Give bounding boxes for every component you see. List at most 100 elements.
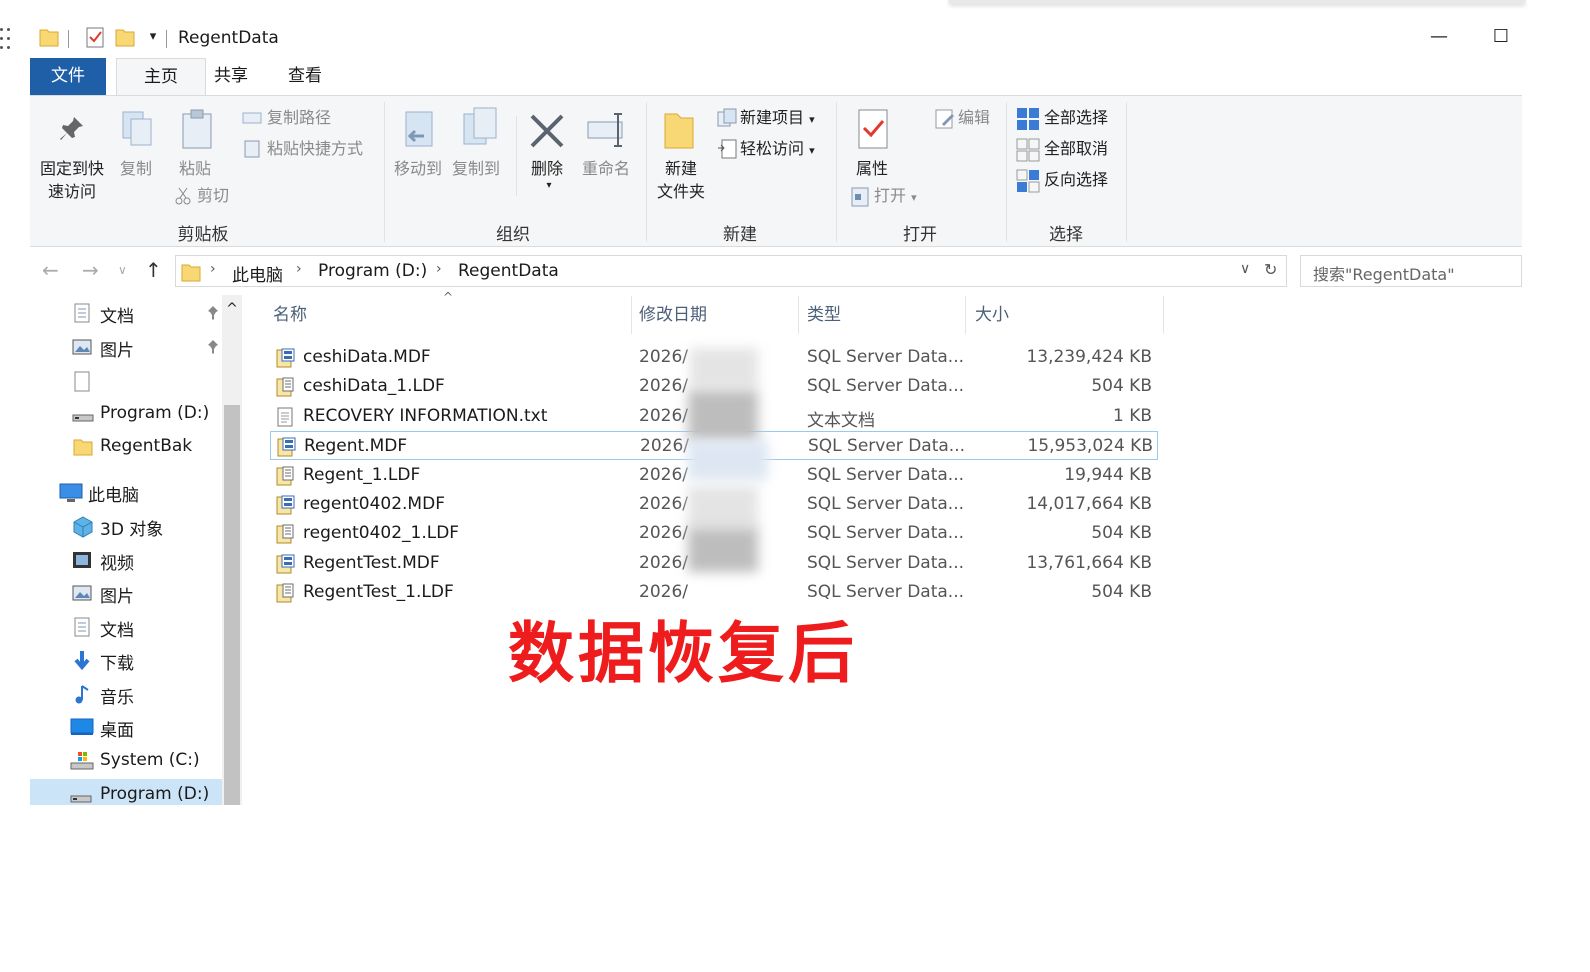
file-type: SQL Server Data...: [808, 436, 966, 456]
file-name: regent0402.MDF: [303, 494, 445, 514]
column-header-type[interactable]: 类型: [799, 296, 965, 334]
tab-view[interactable]: 查看: [270, 58, 340, 95]
nav-item-program-d-selected[interactable]: Program (D:): [30, 779, 225, 805]
copy-to-icon: [463, 107, 497, 145]
nav-item-this-pc[interactable]: 此电脑: [30, 476, 225, 508]
nav-item-desktop[interactable]: 桌面: [30, 711, 225, 743]
delete-dropdown-icon[interactable]: ▾: [538, 174, 560, 197]
download-icon: [74, 651, 90, 671]
breadcrumb-regentdata[interactable]: RegentData: [458, 261, 559, 281]
nav-item-documents-pinned[interactable]: 文档: [30, 297, 225, 329]
tab-file[interactable]: 文件: [30, 58, 106, 95]
blank-file-icon: [74, 371, 90, 392]
move-to-button[interactable]: 移动到: [390, 157, 446, 180]
nav-item-program-d[interactable]: Program (D:): [30, 398, 225, 430]
select-all-icon: [1017, 108, 1039, 130]
video-icon: [73, 552, 91, 568]
scroll-up-icon[interactable]: ^: [222, 295, 242, 323]
address-row: ← → ∨ ↑ › 此电脑 › Program (D:) › RegentDat…: [30, 252, 1522, 288]
address-bar[interactable]: › 此电脑 › Program (D:) › RegentData ∨ ↻: [175, 255, 1287, 287]
system-drive-icon: [70, 752, 94, 770]
column-divider[interactable]: [965, 296, 966, 334]
up-arrow-icon[interactable]: ↑: [145, 258, 162, 282]
copy-to-button[interactable]: 复制到: [448, 157, 504, 180]
folder-icon: [181, 264, 201, 282]
copy-icon: [122, 111, 152, 146]
new-folder-button[interactable]: 新建 文件夹: [650, 157, 712, 203]
sql-log-file-icon: [276, 524, 294, 544]
new-folder-icon[interactable]: [114, 26, 136, 48]
drive-icon: [72, 414, 94, 422]
column-divider[interactable]: [1163, 296, 1164, 334]
nav-item-label: System (C:): [100, 750, 200, 770]
file-size: 13,239,424 KB: [1026, 347, 1152, 367]
nav-item-documents[interactable]: 文档: [30, 611, 225, 643]
pin-icon: [208, 306, 218, 320]
file-name: regent0402_1.LDF: [303, 523, 460, 543]
select-none-button[interactable]: 全部取消: [1044, 138, 1108, 160]
back-arrow-icon[interactable]: ←: [42, 258, 59, 282]
folder-icon: [73, 439, 93, 456]
chevron-right-icon[interactable]: ›: [436, 261, 442, 277]
tab-share[interactable]: 共享: [196, 58, 266, 95]
refresh-icon[interactable]: ↻: [1264, 260, 1277, 279]
paste-button[interactable]: 粘贴: [172, 157, 218, 180]
file-date: 2026/: [639, 523, 688, 543]
search-input[interactable]: 搜索"RegentData": [1300, 255, 1522, 287]
folder-icon[interactable]: [38, 26, 60, 48]
new-item-button[interactable]: 新建项目 ▾: [740, 107, 815, 131]
properties-button[interactable]: 属性: [848, 157, 896, 180]
sql-log-file-icon: [276, 377, 294, 397]
nav-item-pictures-pinned[interactable]: 图片: [30, 331, 225, 363]
cut-button[interactable]: 剪切: [197, 185, 229, 207]
new-item-icon: [717, 108, 737, 127]
properties-check-icon[interactable]: [84, 26, 106, 48]
navigation-pane: 文档 图片 Program (D:) RegentBak 此电脑 3D 对象 视…: [30, 295, 245, 805]
open-button[interactable]: 打开 ▾: [874, 185, 917, 209]
easy-access-label: 轻松访问: [740, 139, 805, 158]
rename-button[interactable]: 重命名: [576, 157, 636, 180]
nav-pane-scrollbar[interactable]: ^: [222, 295, 242, 805]
column-header-date[interactable]: 修改日期: [631, 296, 798, 334]
nav-item-blank-file[interactable]: [30, 365, 225, 397]
new-folder-label-line1: 新建: [664, 159, 697, 178]
file-type: SQL Server Data...: [807, 376, 965, 396]
copy-path-button[interactable]: 复制路径: [267, 107, 331, 129]
customize-quick-access-icon[interactable]: ▾: [138, 24, 168, 50]
edit-button[interactable]: 编辑: [958, 107, 990, 129]
address-dropdown-icon[interactable]: ∨: [1240, 261, 1250, 277]
column-header-size[interactable]: 大小: [967, 296, 1163, 334]
chevron-right-icon[interactable]: ›: [296, 261, 302, 277]
nav-item-regentbak[interactable]: RegentBak: [30, 431, 225, 463]
forward-arrow-icon[interactable]: →: [82, 258, 99, 282]
file-list-headers: 名称 修改日期 类型 大小: [265, 296, 1165, 334]
window-title: RegentData: [178, 28, 279, 48]
group-label-clipboard: 剪贴板: [177, 225, 229, 245]
file-name: RECOVERY INFORMATION.txt: [303, 406, 548, 426]
minimize-button[interactable]: —: [1424, 24, 1454, 50]
redaction-blur: [688, 390, 758, 442]
nav-item-system-c[interactable]: System (C:): [30, 745, 225, 777]
select-all-button[interactable]: 全部选择: [1044, 107, 1108, 129]
maximize-button[interactable]: ☐: [1486, 24, 1516, 50]
pin-to-quick-access-button[interactable]: 固定到快 速访问: [34, 157, 110, 203]
nav-item-downloads[interactable]: 下载: [30, 644, 225, 676]
easy-access-button[interactable]: 轻松访问 ▾: [740, 138, 815, 162]
chevron-right-icon[interactable]: ›: [210, 261, 216, 277]
nav-item-pictures[interactable]: 图片: [30, 577, 225, 609]
recent-locations-icon[interactable]: ∨: [118, 263, 127, 277]
separator: [1126, 102, 1127, 242]
copy-button[interactable]: 复制: [114, 157, 158, 180]
tab-home[interactable]: 主页: [116, 58, 206, 95]
nav-item-3d-objects[interactable]: 3D 对象: [30, 510, 225, 542]
nav-item-music[interactable]: 音乐: [30, 678, 225, 710]
scroll-thumb[interactable]: [224, 405, 240, 805]
breadcrumb-this-pc[interactable]: 此电脑: [232, 261, 283, 286]
breadcrumb-program-d[interactable]: Program (D:): [318, 261, 427, 281]
invert-selection-button[interactable]: 反向选择: [1044, 169, 1108, 191]
paste-shortcut-button[interactable]: 粘贴快捷方式: [267, 138, 363, 160]
column-header-name[interactable]: 名称: [265, 296, 631, 334]
nav-item-videos[interactable]: 视频: [30, 544, 225, 576]
redaction-blur: [688, 528, 758, 572]
ribbon: 固定到快 速访问 复制 粘贴 复制路径 粘贴快捷方式 剪切 剪贴板 移动到 复制…: [30, 95, 1522, 247]
